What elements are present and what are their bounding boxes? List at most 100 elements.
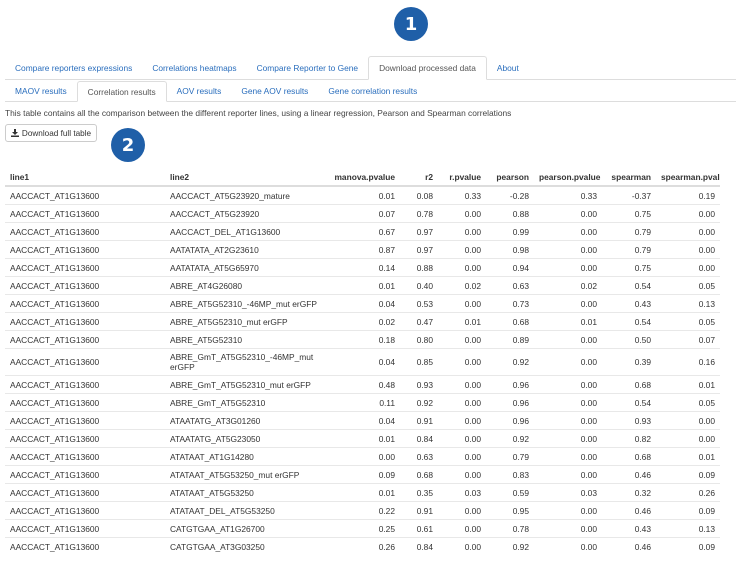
tab-compare-reporter-to-gene[interactable]: Compare Reporter to Gene — [247, 56, 368, 79]
tab-aov-results[interactable]: AOV results — [167, 81, 232, 101]
table-row: AACCACT_AT1G13600 AATATATA_AT5G65970 0.14 0… — [5, 258, 720, 277]
col-header-r-pvalue[interactable]: r.pvalue — [438, 168, 486, 187]
table-row: AACCACT_AT1G13600 ATATAAT_AT5G53250_mut e… — [5, 465, 720, 484]
sub-tab-bar: MAOV results Correlation results AOV res… — [5, 81, 736, 102]
table-cell-sp: 0.00 — [656, 240, 720, 259]
table-cell-line1: AACCACT_AT1G13600 — [5, 447, 165, 466]
table-cell-manova: 0.25 — [325, 519, 400, 538]
table-cell-sp: 0.01 — [656, 375, 720, 394]
table-cell-spearman: 0.79 — [602, 222, 656, 241]
table-cell-pp: 0.00 — [534, 348, 602, 376]
table-cell-spearman: 0.43 — [602, 294, 656, 313]
table-body: AACCACT_AT1G13600 AACCACT_AT5G23920_matur… — [5, 185, 720, 555]
table-cell-pearson: 0.68 — [486, 312, 534, 331]
download-icon — [10, 129, 19, 137]
annotation-marker-1: 1 — [394, 7, 428, 41]
table-cell-r2: 0.35 — [400, 483, 438, 502]
tab-gene-correlation-results[interactable]: Gene correlation results — [318, 81, 427, 101]
table-cell-rp: 0.01 — [438, 312, 486, 331]
table-cell-pearson: 0.96 — [486, 375, 534, 394]
table-cell-rp: 0.00 — [438, 537, 486, 555]
table-row: AACCACT_AT1G13600 ATATAAT_DEL_AT5G53250 0.… — [5, 501, 720, 520]
table-cell-sp: 0.00 — [656, 429, 720, 448]
table-cell-manova: 0.48 — [325, 375, 400, 394]
table-cell-line2: ATATAAT_AT1G14280 — [165, 447, 325, 466]
table-cell-manova: 0.18 — [325, 330, 400, 349]
table-cell-spearman: -0.37 — [602, 185, 656, 205]
table-cell-r2: 0.40 — [400, 276, 438, 295]
table-cell-sp: 0.00 — [656, 222, 720, 241]
table-cell-manova: 0.11 — [325, 393, 400, 412]
col-header-spearman-pvalue[interactable]: spearman.pvalue — [656, 168, 720, 187]
table-cell-r2: 0.91 — [400, 501, 438, 520]
tab-correlations-heatmaps[interactable]: Correlations heatmaps — [142, 56, 246, 79]
table-row: AACCACT_AT1G13600 ATAATATG_AT3G01260 0.04 0… — [5, 411, 720, 430]
tab-compare-reporters-expressions[interactable]: Compare reporters expressions — [5, 56, 142, 79]
table-cell-sp: 0.05 — [656, 312, 720, 331]
download-full-table-button[interactable]: Download full table — [5, 124, 97, 142]
table-cell-line1: AACCACT_AT1G13600 — [5, 465, 165, 484]
table-cell-manova: 0.01 — [325, 276, 400, 295]
table-cell-line2: ATAATATG_AT3G01260 — [165, 411, 325, 430]
table-cell-spearman: 0.43 — [602, 519, 656, 538]
table-cell-manova: 0.07 — [325, 204, 400, 223]
table-cell-line2: ABRE_AT5G52310_-46MP_mut erGFP — [165, 294, 325, 313]
table-cell-r2: 0.85 — [400, 348, 438, 376]
tab-download-processed-data[interactable]: Download processed data — [368, 56, 487, 80]
col-header-manova-pvalue[interactable]: manova.pvalue — [325, 168, 400, 187]
table-cell-line1: AACCACT_AT1G13600 — [5, 375, 165, 394]
table-cell-spearman: 0.50 — [602, 330, 656, 349]
tab-gene-aov-results[interactable]: Gene AOV results — [231, 81, 318, 101]
table-cell-line2: ABRE_AT5G52310 — [165, 330, 325, 349]
table-row: AACCACT_AT1G13600 CATGTGAA_AT3G03250 0.26 0… — [5, 537, 720, 555]
table-cell-line1: AACCACT_AT1G13600 — [5, 185, 165, 205]
tab-maov-results[interactable]: MAOV results — [5, 81, 77, 101]
table-cell-manova: 0.26 — [325, 537, 400, 555]
table-cell-manova: 0.22 — [325, 501, 400, 520]
table-cell-sp: 0.05 — [656, 276, 720, 295]
table-cell-r2: 0.78 — [400, 204, 438, 223]
table-cell-manova: 0.04 — [325, 294, 400, 313]
table-cell-pp: 0.00 — [534, 429, 602, 448]
table-cell-spearman: 0.75 — [602, 204, 656, 223]
table-cell-pp: 0.33 — [534, 185, 602, 205]
table-cell-line1: AACCACT_AT1G13600 — [5, 330, 165, 349]
col-header-spearman[interactable]: spearman — [602, 168, 656, 187]
table-cell-line1: AACCACT_AT1G13600 — [5, 537, 165, 555]
table-cell-line2: ABRE_GmT_AT5G52310_-46MP_mut erGFP — [165, 348, 325, 376]
table-cell-line1: AACCACT_AT1G13600 — [5, 204, 165, 223]
table-cell-pp: 0.00 — [534, 204, 602, 223]
table-cell-line2: ATAATATG_AT5G23050 — [165, 429, 325, 448]
table-cell-pp: 0.03 — [534, 483, 602, 502]
table-row: AACCACT_AT1G13600 ABRE_AT5G52310_mut erGF… — [5, 312, 720, 331]
table-cell-manova: 0.04 — [325, 411, 400, 430]
table-cell-line2: ATATAAT_AT5G53250 — [165, 483, 325, 502]
table-cell-rp: 0.00 — [438, 501, 486, 520]
col-header-pearson[interactable]: pearson — [486, 168, 534, 187]
table-cell-spearman: 0.68 — [602, 375, 656, 394]
table-cell-sp: 0.00 — [656, 204, 720, 223]
col-header-r2[interactable]: r2 — [400, 168, 438, 187]
table-row: AACCACT_AT1G13600 ATAATATG_AT5G23050 0.01 0… — [5, 429, 720, 448]
table-cell-pearson: 0.92 — [486, 348, 534, 376]
table-cell-r2: 0.97 — [400, 222, 438, 241]
col-header-line2[interactable]: line2 — [165, 168, 325, 187]
table-cell-sp: 0.13 — [656, 519, 720, 538]
table-cell-pp: 0.00 — [534, 222, 602, 241]
table-cell-sp: 0.13 — [656, 294, 720, 313]
col-header-line1[interactable]: line1 — [5, 168, 165, 187]
table-cell-pearson: 0.92 — [486, 537, 534, 555]
table-cell-manova: 0.01 — [325, 185, 400, 205]
table-cell-r2: 0.92 — [400, 393, 438, 412]
table-cell-pearson: 0.63 — [486, 276, 534, 295]
table-cell-line2: AATATATA_AT2G23610 — [165, 240, 325, 259]
table-cell-r2: 0.97 — [400, 240, 438, 259]
table-cell-sp: 0.01 — [656, 447, 720, 466]
table-cell-pp: 0.01 — [534, 312, 602, 331]
tab-about[interactable]: About — [487, 56, 529, 79]
table-cell-r2: 0.63 — [400, 447, 438, 466]
table-cell-pearson: 0.92 — [486, 429, 534, 448]
col-header-pearson-pvalue[interactable]: pearson.pvalue — [534, 168, 602, 187]
table-description: This table contains all the comparison b… — [5, 108, 512, 118]
tab-correlation-results[interactable]: Correlation results — [76, 81, 167, 102]
